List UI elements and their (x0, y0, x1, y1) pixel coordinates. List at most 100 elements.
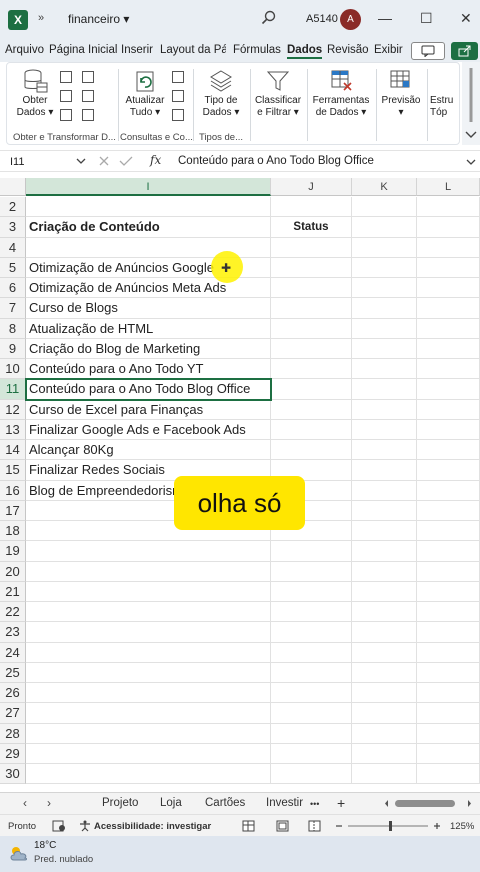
row-header[interactable]: 21 (0, 581, 26, 602)
sheet-prev-icon[interactable]: ‹ (23, 796, 27, 810)
row-header[interactable]: 12 (0, 399, 26, 420)
row-header[interactable]: 7 (0, 298, 26, 319)
insert-function-icon[interactable]: fx (150, 153, 161, 167)
cell-i[interactable] (26, 622, 271, 643)
row-header[interactable]: 29 (0, 743, 26, 764)
cell-j[interactable] (271, 399, 352, 420)
macro-record-icon[interactable] (52, 820, 66, 835)
ribbon-scrollbar[interactable] (462, 62, 480, 145)
cell-i[interactable]: Alcançar 80Kg (26, 440, 271, 461)
column-header-l[interactable]: L (417, 178, 480, 196)
classificar-filtrar-button[interactable]: Classificar e Filtrar ▾ (252, 69, 304, 119)
minimize-button[interactable]: — (378, 10, 392, 26)
horizontal-scroll-thumb[interactable] (395, 800, 455, 807)
cell-l[interactable] (417, 683, 480, 704)
cell-j[interactable]: Status (271, 217, 352, 238)
cell-j[interactable] (271, 662, 352, 683)
tab-pagina-inicial[interactable]: Página Inicial (49, 44, 117, 56)
row-header[interactable]: 2 (0, 197, 26, 218)
cell-k[interactable] (352, 379, 417, 400)
comments-button[interactable] (411, 42, 445, 60)
sheet-next-icon[interactable]: › (47, 796, 51, 810)
cell-k[interactable] (352, 683, 417, 704)
cell-j[interactable] (271, 298, 352, 319)
cell-k[interactable] (352, 399, 417, 420)
cell-k[interactable] (352, 197, 417, 218)
cell-j[interactable] (271, 237, 352, 258)
cell-i[interactable] (26, 764, 271, 785)
cell-i[interactable] (26, 561, 271, 582)
cell-l[interactable] (417, 419, 480, 440)
cell-i[interactable] (26, 662, 271, 683)
row-header[interactable]: 22 (0, 602, 26, 623)
ferramentas-dados-button[interactable]: Ferramentas de Dados ▾ (310, 69, 372, 119)
cell-j[interactable] (271, 440, 352, 461)
row-header[interactable]: 19 (0, 541, 26, 562)
row-header[interactable]: 24 (0, 642, 26, 663)
estrutura-topicos-button[interactable]: Estru Tóp (430, 95, 459, 119)
search-icon[interactable] (261, 10, 277, 29)
avatar[interactable]: A (340, 9, 361, 30)
cell-j[interactable] (271, 602, 352, 623)
cell-k[interactable] (352, 460, 417, 481)
cell-l[interactable] (417, 500, 480, 521)
from-web-icon[interactable] (60, 90, 72, 102)
row-header[interactable]: 9 (0, 338, 26, 359)
cell-i[interactable]: Conteúdo para o Ano Todo YT (26, 359, 271, 380)
cell-j[interactable] (271, 622, 352, 643)
formula-input[interactable]: Conteúdo para o Ano Todo Blog Office (178, 155, 374, 167)
share-button[interactable] (451, 42, 478, 60)
zoom-level[interactable]: 125% (450, 821, 474, 832)
from-table-icon[interactable] (60, 109, 72, 121)
cell-i[interactable] (26, 602, 271, 623)
cell-j[interactable] (271, 379, 352, 400)
cell-l[interactable] (417, 399, 480, 420)
row-header[interactable]: 26 (0, 683, 26, 704)
from-text-icon[interactable] (60, 71, 72, 83)
tab-revisao[interactable]: Revisão (327, 44, 369, 56)
row-header[interactable]: 30 (0, 764, 26, 785)
cell-j[interactable] (271, 257, 352, 278)
from-file-icon[interactable] (82, 109, 94, 121)
cell-j[interactable] (271, 703, 352, 724)
cell-l[interactable] (417, 440, 480, 461)
select-all-corner[interactable] (0, 178, 26, 196)
cell-k[interactable] (352, 440, 417, 461)
tab-formulas[interactable]: Fórmulas (233, 44, 281, 56)
row-header[interactable]: 5 (0, 257, 26, 278)
cell-l[interactable] (417, 561, 480, 582)
cell-i[interactable]: Atualização de HTML (26, 318, 271, 339)
row-header[interactable]: 28 (0, 723, 26, 744)
cell-k[interactable] (352, 278, 417, 299)
cell-j[interactable] (271, 278, 352, 299)
row-header[interactable]: 4 (0, 237, 26, 258)
cell-l[interactable] (417, 379, 480, 400)
cell-k[interactable] (352, 662, 417, 683)
cell-j[interactable] (271, 743, 352, 764)
cell-i[interactable] (26, 683, 271, 704)
cell-l[interactable] (417, 359, 480, 380)
cell-l[interactable] (417, 581, 480, 602)
chevron-down-icon[interactable] (76, 156, 86, 168)
sheet-tab-projeto[interactable]: Projeto (102, 797, 138, 809)
expand-formula-bar-icon[interactable] (466, 157, 476, 169)
cell-j[interactable] (271, 318, 352, 339)
cell-k[interactable] (352, 581, 417, 602)
queries-connections-icon[interactable] (172, 71, 184, 83)
cell-j[interactable] (271, 642, 352, 663)
cell-k[interactable] (352, 764, 417, 785)
column-header-i[interactable]: I (26, 178, 271, 196)
formula-cancel-confirm-icons[interactable] (97, 154, 137, 171)
cell-l[interactable] (417, 743, 480, 764)
cell-j[interactable] (271, 197, 352, 218)
cell-i[interactable] (26, 581, 271, 602)
cell-k[interactable] (352, 561, 417, 582)
cell-k[interactable] (352, 622, 417, 643)
row-header[interactable]: 11 (0, 379, 26, 400)
tab-dados[interactable]: Dados (287, 44, 323, 59)
row-header[interactable]: 10 (0, 359, 26, 380)
cell-j[interactable] (271, 764, 352, 785)
horizontal-scrollbar[interactable] (383, 798, 473, 809)
tab-exibir[interactable]: Exibir (374, 44, 403, 56)
cell-i[interactable]: Curso de Excel para Finanças (26, 399, 271, 420)
